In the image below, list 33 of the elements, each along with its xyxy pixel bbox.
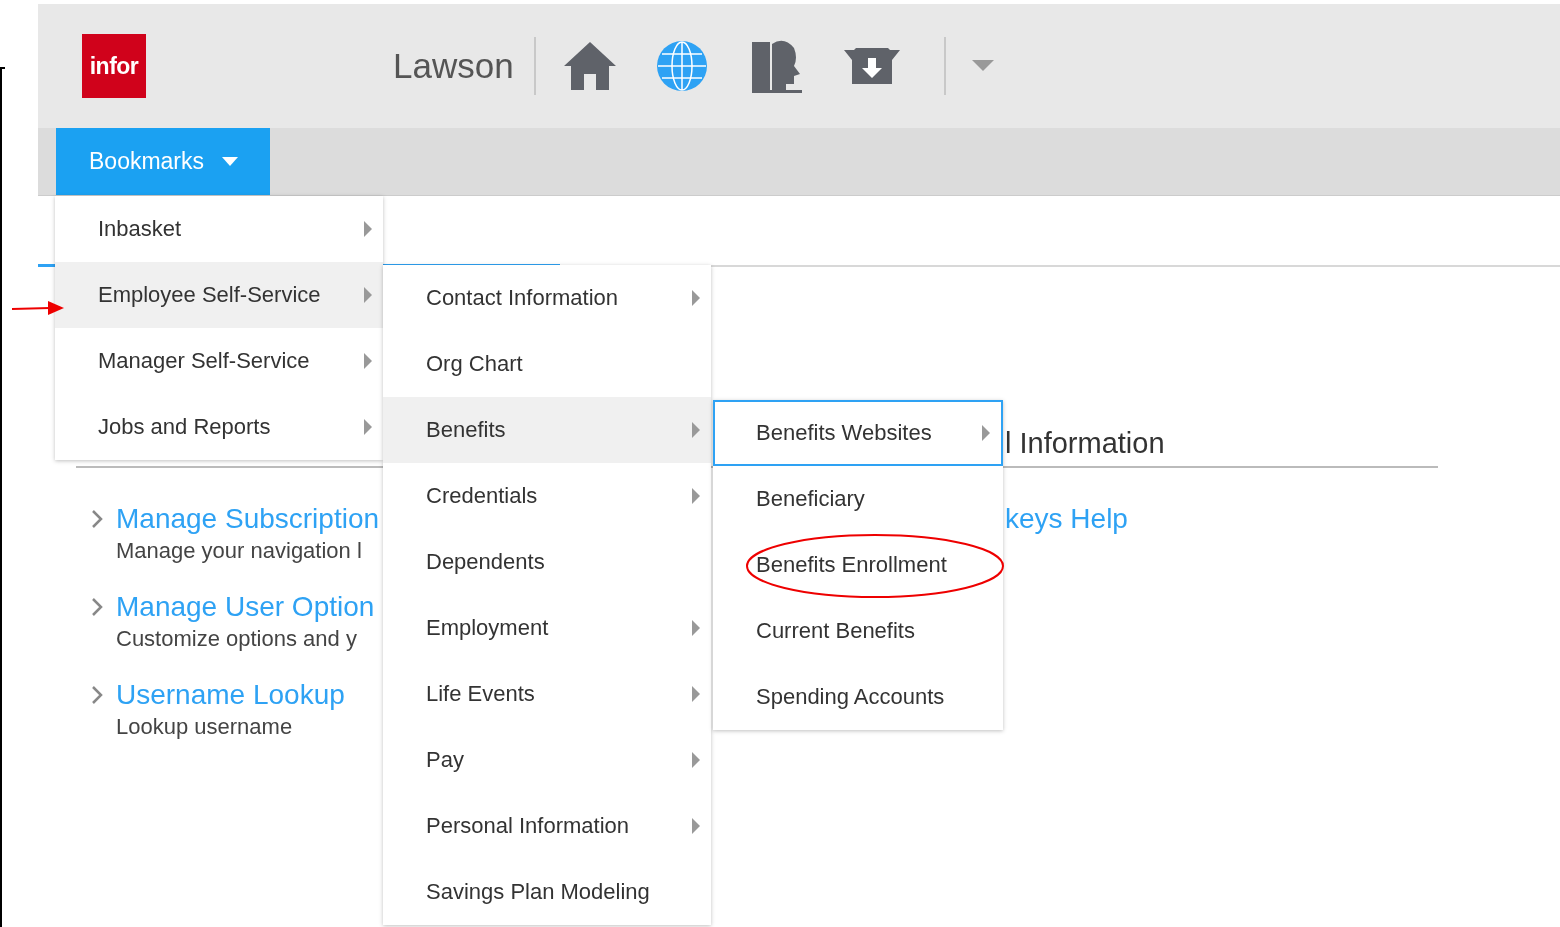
globe-icon[interactable]: [655, 40, 708, 92]
chevron-right-icon: [90, 684, 104, 706]
chevron-right-icon: [90, 596, 104, 618]
inbox-download-icon[interactable]: [843, 46, 900, 86]
caret-down-icon: [222, 157, 239, 166]
menu-item[interactable]: Org Chart: [383, 331, 711, 397]
link-description: Customize options and y: [116, 626, 357, 652]
menu-item[interactable]: Credentials: [383, 463, 711, 529]
section-heading: l Information: [1005, 427, 1166, 460]
annotation-arrow: [12, 298, 64, 318]
menu-item[interactable]: Beneficiary: [713, 466, 1003, 532]
menu-item[interactable]: Contact Information: [383, 265, 711, 331]
menu-item[interactable]: Life Events: [383, 661, 711, 727]
menu-item[interactable]: Current Benefits: [713, 598, 1003, 664]
logo: infor: [82, 34, 146, 98]
menu-item[interactable]: Personal Information: [383, 793, 711, 859]
menu-item[interactable]: Employment: [383, 595, 711, 661]
menu-item[interactable]: Manager Self-Service: [55, 328, 383, 394]
menu-item[interactable]: Inbasket: [55, 196, 383, 262]
link-description: Lookup username: [116, 714, 293, 740]
menu-item[interactable]: Dependents: [383, 529, 711, 595]
app-title: Lawson: [393, 46, 515, 86]
menu-item[interactable]: Benefits Enrollment: [713, 532, 1003, 598]
chevron-right-icon: [90, 508, 104, 530]
menu-item[interactable]: Savings Plan Modeling: [383, 859, 711, 925]
menu-item[interactable]: Spending Accounts: [713, 664, 1003, 730]
menu-item[interactable]: Benefits Websites: [713, 400, 1003, 466]
person-book-icon[interactable]: [749, 38, 804, 94]
menu-item[interactable]: Jobs and Reports: [55, 394, 383, 460]
link-description: Manage your navigation l: [116, 538, 362, 564]
menu-item[interactable]: Benefits: [383, 397, 711, 463]
menu-item[interactable]: Pay: [383, 727, 711, 793]
menu-item[interactable]: Employee Self-Service: [55, 262, 383, 328]
